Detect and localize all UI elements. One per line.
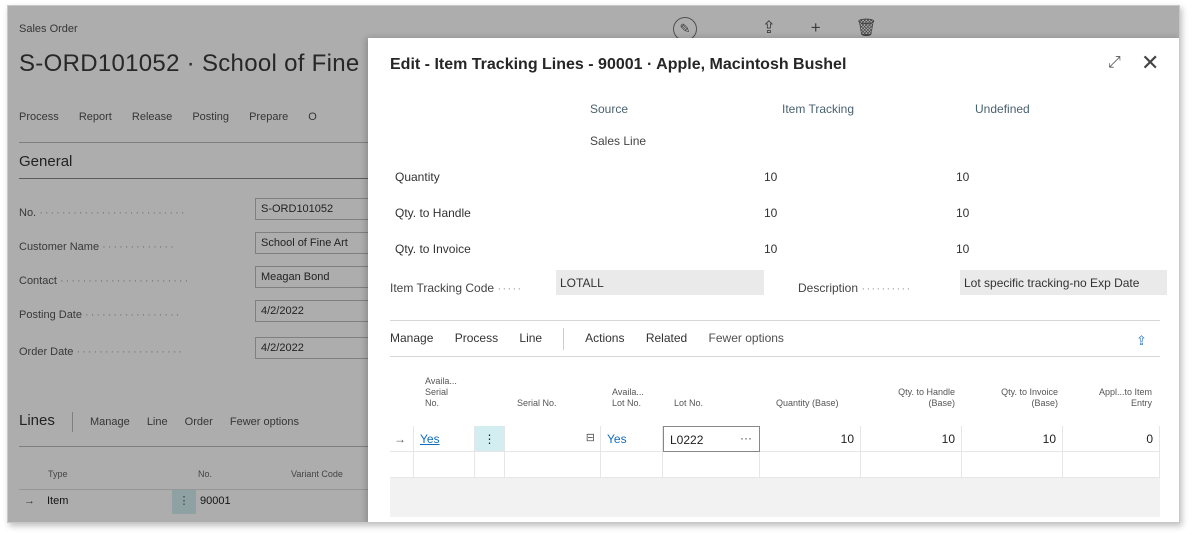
header-qty-handle[interactable]: Qty. to Handle (Base) xyxy=(875,387,955,409)
row-handle-undefined: 10 xyxy=(956,206,970,220)
more-icon[interactable]: ··· xyxy=(740,431,752,445)
row-quantity-undefined: 10 xyxy=(956,170,970,184)
header-qty-invoice[interactable]: Qty. to Invoice (Base) xyxy=(978,387,1058,409)
avail-serial-link[interactable]: Yes xyxy=(420,432,440,446)
empty-cell[interactable] xyxy=(505,452,601,478)
header-serial-no[interactable]: Serial No. xyxy=(517,398,557,409)
action-line[interactable]: Line xyxy=(519,331,542,345)
cell-qty-invoice[interactable]: 10 xyxy=(962,426,1063,452)
description-field[interactable]: Lot specific tracking-no Exp Date xyxy=(960,270,1167,295)
header-quantity-base[interactable]: Quantity (Base) xyxy=(776,398,839,409)
row-arrow-icon: → xyxy=(390,426,414,452)
empty-cell[interactable] xyxy=(663,452,760,478)
row-quantity-tracking: 10 xyxy=(764,170,778,184)
dialog-action-bar: Manage Process Line Actions Related Fewe… xyxy=(390,328,802,350)
cell-avail-serial[interactable]: Yes xyxy=(414,426,475,452)
empty-cell[interactable] xyxy=(1063,452,1160,478)
col-undefined: Undefined xyxy=(975,102,1030,116)
table-row-empty[interactable] xyxy=(390,452,1160,478)
empty-cell[interactable] xyxy=(601,452,663,478)
action-process[interactable]: Process xyxy=(455,331,498,345)
empty-cell[interactable] xyxy=(962,452,1063,478)
empty-cell[interactable] xyxy=(760,452,861,478)
item-tracking-code-field[interactable]: LOTALL xyxy=(556,270,764,295)
row-menu-icon[interactable]: ⋮ xyxy=(475,426,505,452)
cell-qty-handle[interactable]: 10 xyxy=(861,426,962,452)
dialog-title: Edit - Item Tracking Lines - 90001 · App… xyxy=(390,56,847,73)
cell-serial-no[interactable]: ⊟ xyxy=(505,426,601,452)
header-appl-entry[interactable]: Appl...to Item Entry xyxy=(1072,387,1152,409)
row-handle-label: Qty. to Handle xyxy=(395,206,471,220)
separator xyxy=(563,328,565,350)
action-related[interactable]: Related xyxy=(646,331,687,345)
empty-cell[interactable] xyxy=(861,452,962,478)
row-invoice-tracking: 10 xyxy=(764,242,778,256)
lookup-icon[interactable]: ⊟ xyxy=(586,431,595,444)
divider xyxy=(390,320,1160,321)
action-manage[interactable]: Manage xyxy=(390,331,433,345)
cell-avail-lot[interactable]: Yes xyxy=(601,426,663,452)
empty-cell[interactable] xyxy=(414,452,475,478)
row-handle-tracking: 10 xyxy=(764,206,778,220)
description-label: Description ·········· xyxy=(798,281,912,295)
row-quantity-label: Quantity xyxy=(395,170,440,184)
row-invoice-undefined: 10 xyxy=(956,242,970,256)
header-avail-lot[interactable]: Availa... Lot No. xyxy=(612,387,644,409)
divider xyxy=(390,356,1160,357)
share-icon[interactable]: ⇪ xyxy=(1136,333,1147,349)
header-lot-no[interactable]: Lot No. xyxy=(674,398,703,409)
item-tracking-dialog: Edit - Item Tracking Lines - 90001 · App… xyxy=(368,38,1179,522)
expand-icon[interactable]: ⤢ xyxy=(1108,54,1121,72)
cell-appl-entry[interactable]: 0 xyxy=(1063,426,1160,452)
cell-lot-no[interactable]: L0222 ··· xyxy=(663,426,760,452)
cell-quantity-base[interactable]: 10 xyxy=(760,426,861,452)
item-tracking-code-label: Item Tracking Code ····· xyxy=(390,281,523,295)
empty-cell xyxy=(390,452,414,478)
row-invoice-label: Qty. to Invoice xyxy=(395,242,471,256)
col-source-sub: Sales Line xyxy=(590,134,647,148)
col-source: Source xyxy=(590,102,629,116)
empty-cell[interactable] xyxy=(475,452,505,478)
action-fewer-options[interactable]: Fewer options xyxy=(709,331,784,345)
col-item-tracking: Item Tracking xyxy=(782,102,855,116)
action-actions[interactable]: Actions xyxy=(585,331,624,345)
close-icon[interactable]: ✕ xyxy=(1141,50,1159,76)
table-row[interactable]: → Yes ⋮ ⊟ Yes L0222 ··· 10 10 10 0 xyxy=(390,426,1160,452)
app-window: Sales Order ✎ ⇪ + 🗑 S-ORD101052 · School… xyxy=(7,5,1180,523)
tracking-table: → Yes ⋮ ⊟ Yes L0222 ··· 10 10 10 0 xyxy=(390,426,1160,517)
header-avail-serial[interactable]: Availa... Serial No. xyxy=(425,376,457,409)
